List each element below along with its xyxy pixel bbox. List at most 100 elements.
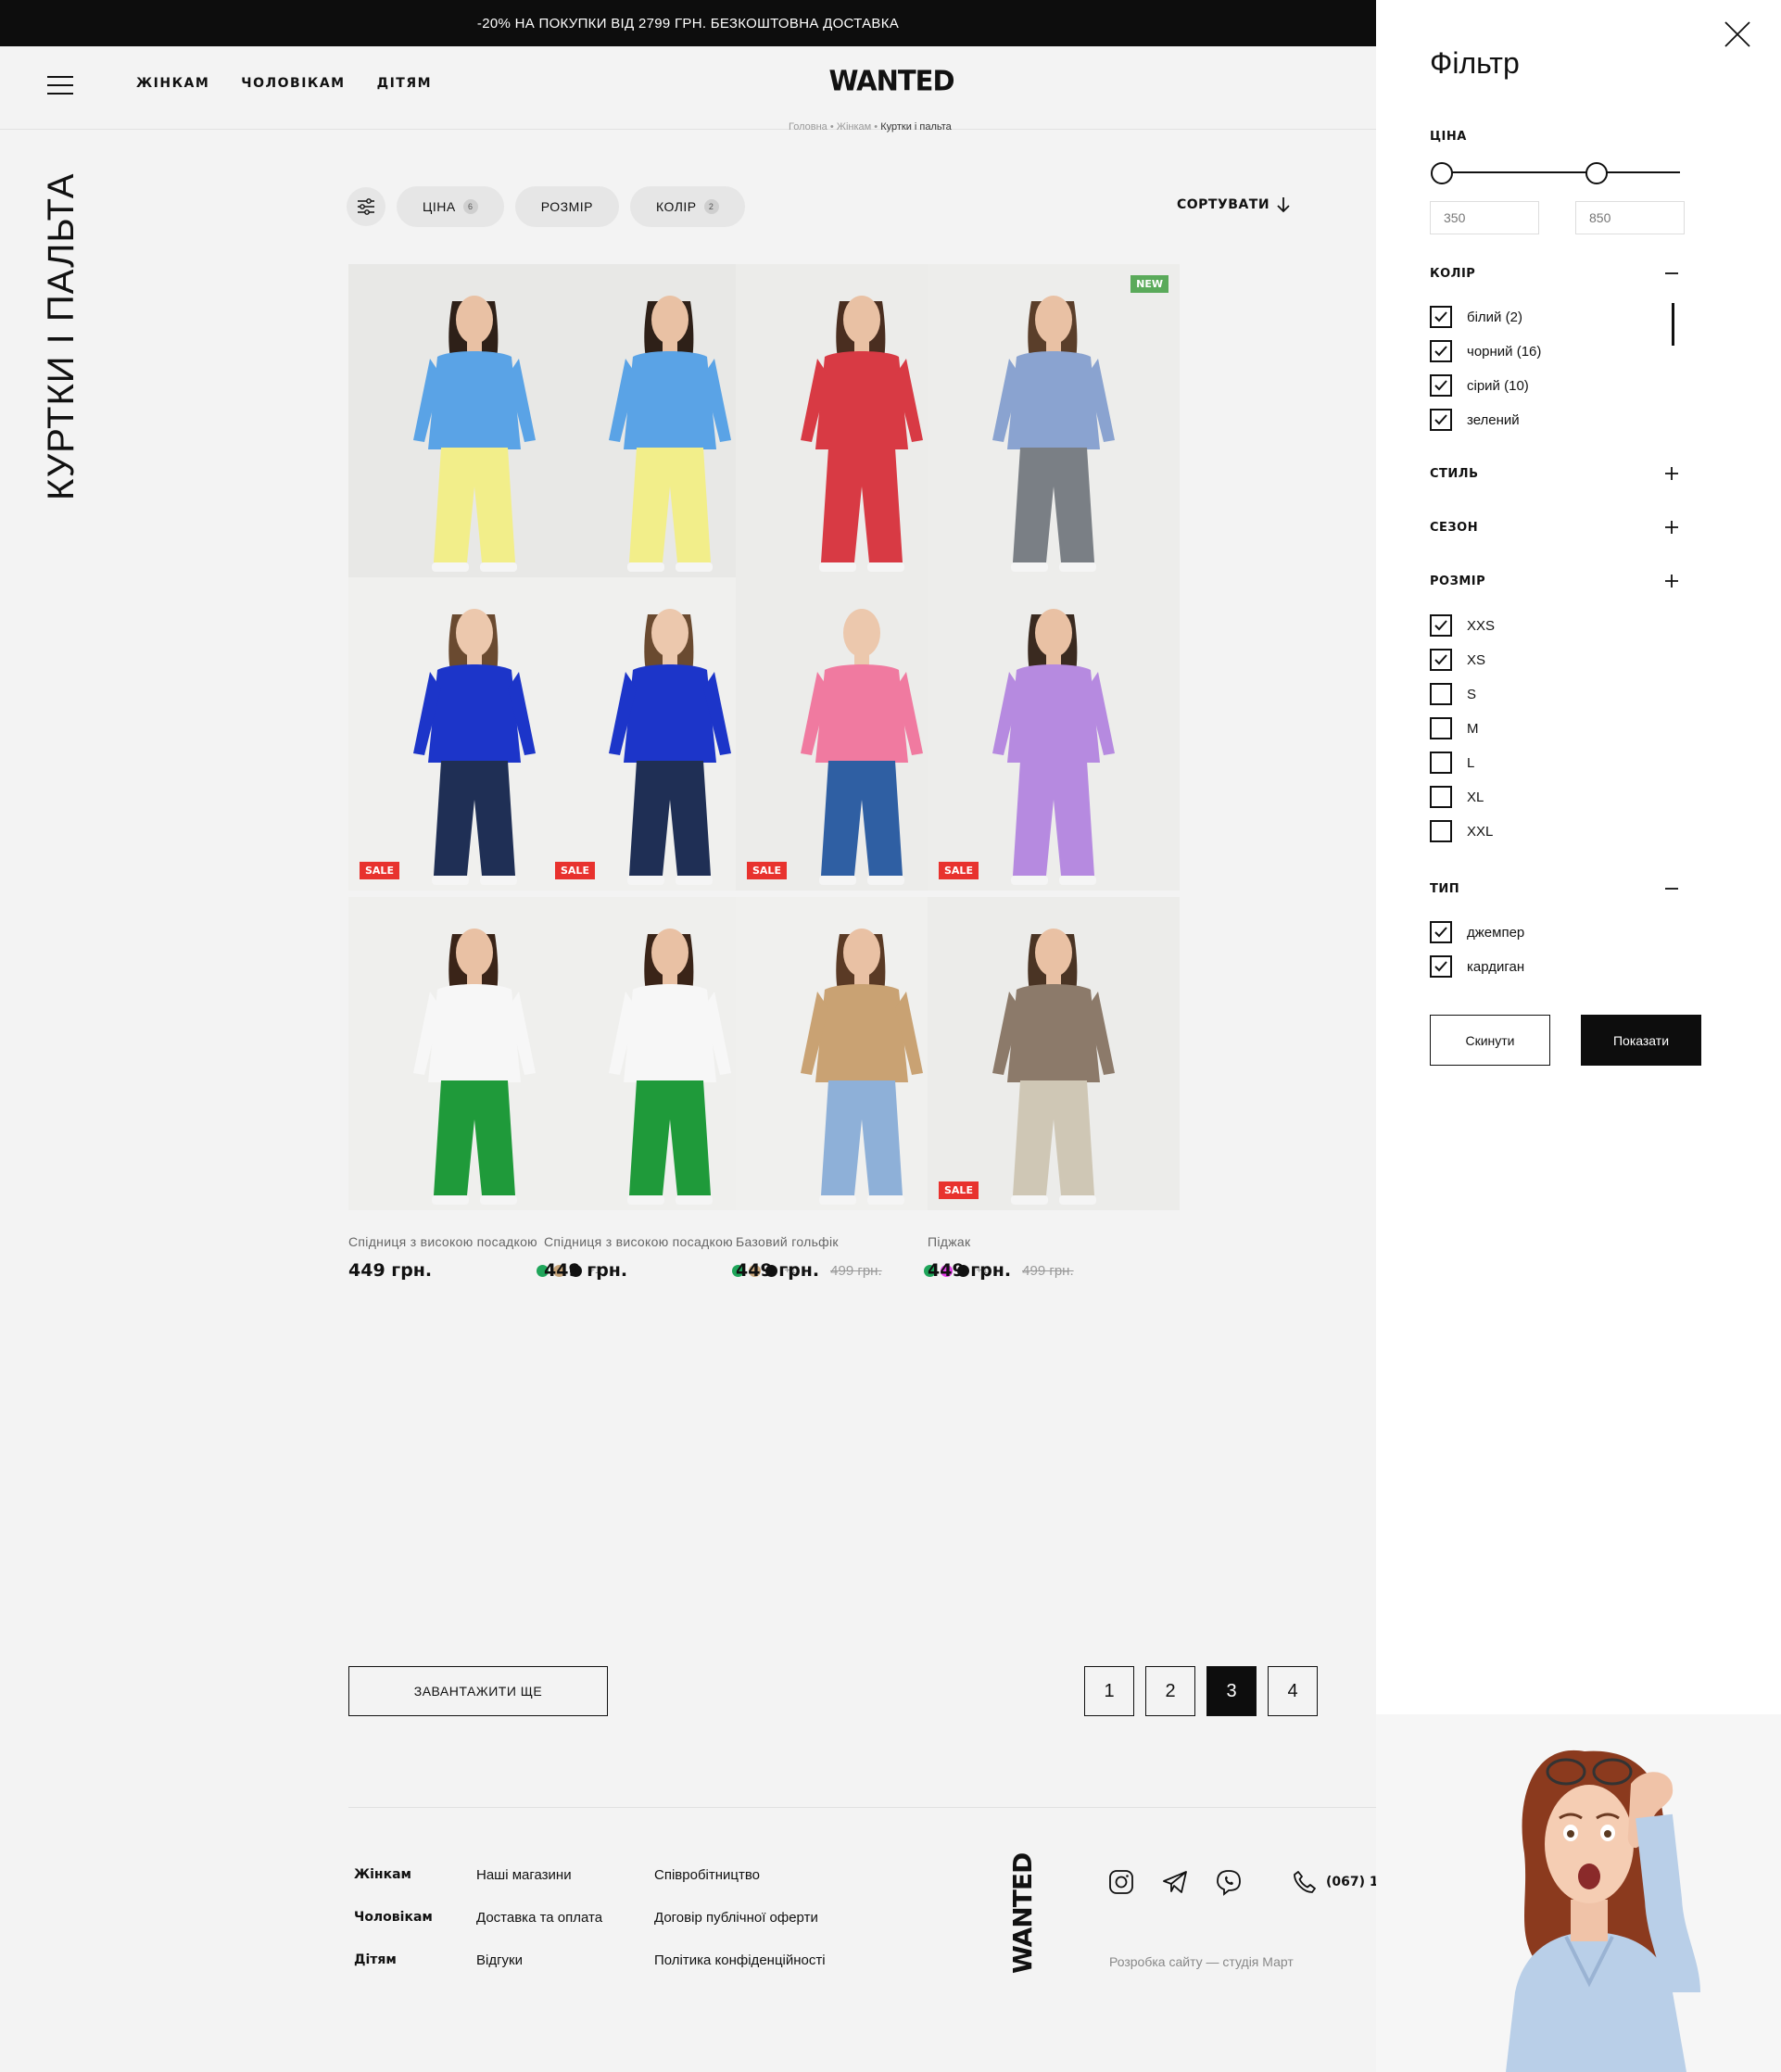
footer-link[interactable]: Відгуки <box>476 1952 602 1968</box>
filter-checkbox[interactable]: XL <box>1430 786 1484 808</box>
checkbox-checked-icon[interactable] <box>1430 614 1452 637</box>
footer-logo[interactable]: WANTED <box>1007 1853 1039 1974</box>
sort-button[interactable]: СОРТУВАТИ <box>1177 196 1290 213</box>
chip-color[interactable]: КОЛІР 2 <box>629 186 745 227</box>
filter-checkbox[interactable]: чорний (16) <box>1430 340 1541 362</box>
checkbox-checked-icon[interactable] <box>1430 306 1452 328</box>
viber-icon[interactable] <box>1215 1868 1243 1896</box>
page-title: КУРТКИ І ПАЛЬТА <box>41 173 82 500</box>
chip-count: 2 <box>703 199 719 214</box>
checkbox-checked-icon[interactable] <box>1430 955 1452 978</box>
price-max-input[interactable] <box>1575 201 1685 234</box>
price-min-input[interactable] <box>1430 201 1539 234</box>
footer-link[interactable]: Дітям <box>354 1952 433 1967</box>
checkbox-checked-icon[interactable] <box>1430 649 1452 671</box>
footer-link[interactable]: Політика конфіденційності <box>654 1952 826 1968</box>
price-slider-max-handle[interactable] <box>1585 162 1608 184</box>
header: ЖІНКАМ ЧОЛОВІКАМ ДІТЯМ WANTED <box>0 46 1376 130</box>
footer-link[interactable]: Наші магазини <box>476 1867 602 1883</box>
checkbox-empty-icon[interactable] <box>1430 683 1452 705</box>
filter-checkbox[interactable]: XXL <box>1430 820 1493 842</box>
filter-checkbox[interactable]: кардиган <box>1430 955 1524 978</box>
expand-icon[interactable] <box>1663 465 1680 482</box>
filter-checkbox[interactable]: білий (2) <box>1430 306 1522 328</box>
nav-women[interactable]: ЖІНКАМ <box>136 76 209 91</box>
social-links <box>1107 1868 1243 1896</box>
product-price: 449 грн. <box>348 1260 433 1281</box>
product-image[interactable]: NEW <box>928 264 1180 577</box>
footer-link[interactable]: Договір публічної оферти <box>654 1910 826 1926</box>
breadcrumb-women[interactable]: Жінкам <box>837 121 871 133</box>
sort-label: СОРТУВАТИ <box>1177 197 1270 212</box>
checkbox-checked-icon[interactable] <box>1430 921 1452 943</box>
breadcrumb-home[interactable]: Головна <box>789 121 827 133</box>
product-price-row: 449 грн. 499 грн. <box>928 1260 1180 1281</box>
page-2[interactable]: 2 <box>1145 1666 1195 1716</box>
checkbox-empty-icon[interactable] <box>1430 717 1452 739</box>
page-3[interactable]: 3 <box>1206 1666 1257 1716</box>
checkbox-label: M <box>1467 720 1479 737</box>
footer-phone[interactable]: (067) 14 <box>1293 1870 1376 1894</box>
product-price: 449 грн. <box>544 1260 628 1281</box>
product-price: 449 грн. <box>736 1260 820 1281</box>
page-1[interactable]: 1 <box>1084 1666 1134 1716</box>
menu-icon[interactable] <box>47 76 73 96</box>
telegram-icon[interactable] <box>1161 1868 1189 1896</box>
filter-checkbox[interactable]: зелений <box>1430 409 1520 431</box>
price-slider-min-handle[interactable] <box>1431 162 1453 184</box>
footer-logo-text: WANTED <box>1007 1852 1038 1974</box>
footer-link[interactable]: Чоловікам <box>354 1910 433 1925</box>
filter-checkbox[interactable]: сірий (10) <box>1430 374 1529 397</box>
product-image[interactable]: SALE <box>928 577 1180 891</box>
checkbox-label: чорний (16) <box>1467 343 1542 360</box>
footer-divider <box>348 1807 1376 1808</box>
filter-checkbox[interactable]: L <box>1430 752 1474 774</box>
breadcrumb-current: Куртки і пальта <box>880 121 952 133</box>
collapse-icon[interactable] <box>1663 265 1680 282</box>
checkbox-label: сірий (10) <box>1467 377 1529 394</box>
expand-icon[interactable] <box>1663 519 1680 536</box>
checkbox-empty-icon[interactable] <box>1430 820 1452 842</box>
product-card[interactable]: SALE Піджак 449 грн. 499 грн. <box>928 897 1180 1281</box>
filter-settings-icon[interactable] <box>347 187 385 226</box>
close-icon[interactable] <box>1724 20 1751 48</box>
expand-icon[interactable] <box>1663 573 1680 589</box>
price-slider-track[interactable] <box>1439 171 1680 173</box>
page-4[interactable]: 4 <box>1268 1666 1318 1716</box>
reset-button[interactable]: Скинути <box>1430 1015 1550 1066</box>
show-button[interactable]: Показати <box>1581 1015 1701 1066</box>
checkbox-empty-icon[interactable] <box>1430 752 1452 774</box>
sale-badge: SALE <box>939 1181 979 1199</box>
footer-link[interactable]: Співробітництво <box>654 1867 826 1883</box>
checkbox-checked-icon[interactable] <box>1430 340 1452 362</box>
product-name[interactable]: Піджак <box>928 1234 1180 1249</box>
filter-bar: ЦІНА 6 РОЗМІР КОЛІР 2 <box>347 186 745 227</box>
checkbox-label: L <box>1467 754 1475 771</box>
filter-panel <box>1376 0 1781 1714</box>
nav-men[interactable]: ЧОЛОВІКАМ <box>241 76 345 91</box>
page-title-text: КУРТКИ І ПАЛЬТА <box>41 172 82 500</box>
product-image[interactable]: SALE <box>928 897 1180 1210</box>
logo[interactable]: WANTED <box>799 64 984 97</box>
filter-checkbox[interactable]: XXS <box>1430 614 1495 637</box>
footer-link[interactable]: Жінкам <box>354 1867 433 1882</box>
color-scrollbar[interactable] <box>1672 303 1674 346</box>
footer-col-legal: Співробітництво Договір публічної оферти… <box>654 1867 826 1968</box>
developer-credit[interactable]: Розробка сайту — студія Март <box>1109 1954 1294 1969</box>
checkbox-checked-icon[interactable] <box>1430 374 1452 397</box>
nav-kids[interactable]: ДІТЯМ <box>377 76 432 91</box>
instagram-icon[interactable] <box>1107 1868 1135 1896</box>
checkbox-label: білий (2) <box>1467 309 1522 325</box>
footer-link[interactable]: Доставка та оплата <box>476 1910 602 1926</box>
filter-checkbox[interactable]: M <box>1430 717 1479 739</box>
chip-price[interactable]: ЦІНА 6 <box>397 186 504 227</box>
filter-checkbox[interactable]: S <box>1430 683 1476 705</box>
filter-checkbox[interactable]: джемпер <box>1430 921 1524 943</box>
filter-checkbox[interactable]: XS <box>1430 649 1485 671</box>
chip-size[interactable]: РОЗМІР <box>514 186 619 227</box>
load-more-button[interactable]: ЗАВАНТАЖИТИ ЩЕ <box>348 1666 608 1716</box>
checkbox-checked-icon[interactable] <box>1430 409 1452 431</box>
checkbox-empty-icon[interactable] <box>1430 786 1452 808</box>
checkbox-label: зелений <box>1467 411 1520 428</box>
collapse-icon[interactable] <box>1663 880 1680 897</box>
